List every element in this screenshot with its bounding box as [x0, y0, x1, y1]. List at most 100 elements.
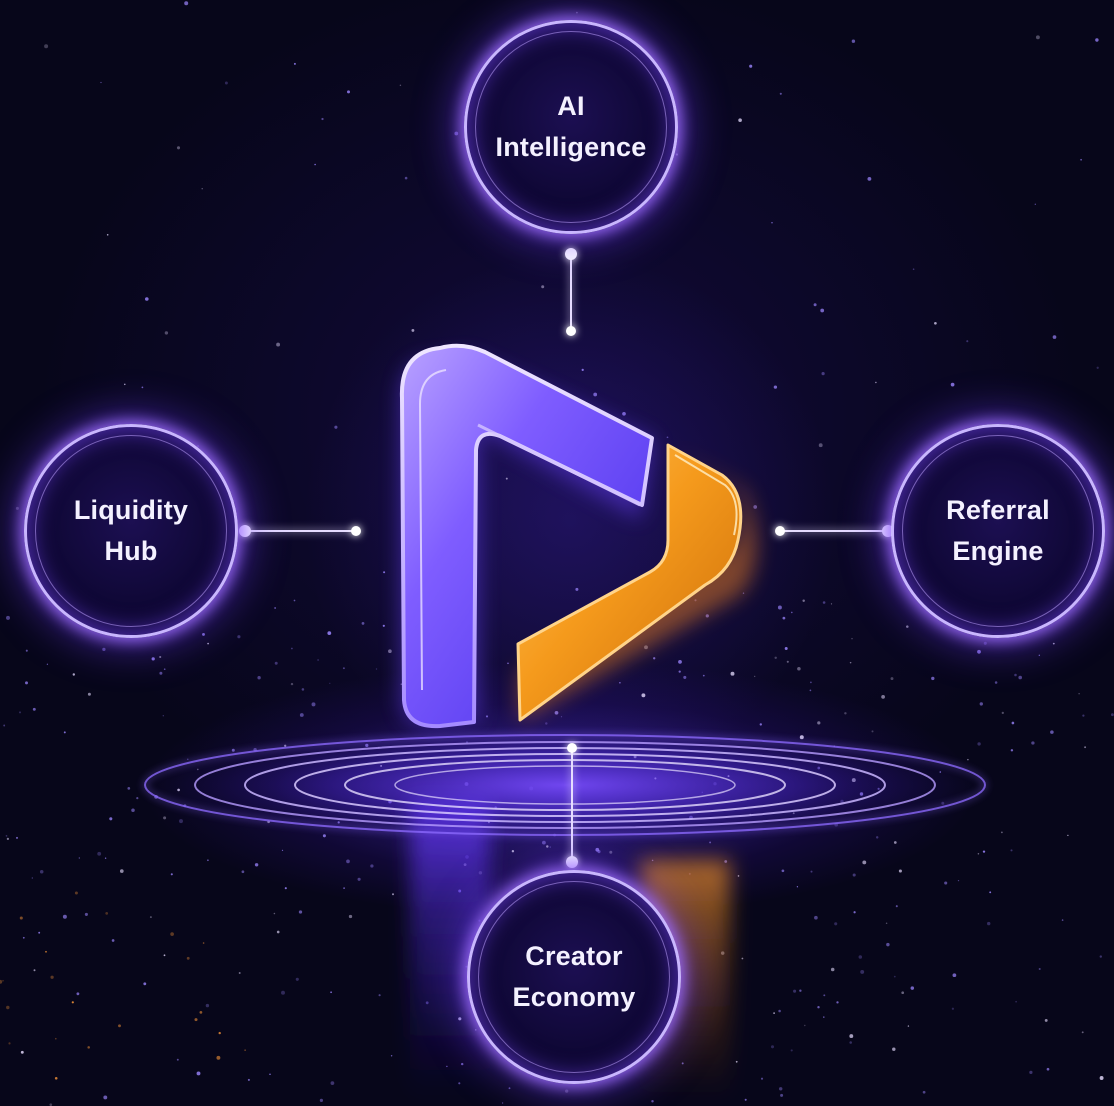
particle-dot — [6, 1005, 10, 1010]
particle-dot — [390, 1055, 393, 1057]
particle-dot — [619, 681, 621, 684]
particle-dot — [201, 188, 203, 190]
particle-dot — [274, 607, 276, 609]
particle-dot — [810, 870, 813, 873]
particle-dot — [392, 893, 394, 896]
particle-dot — [404, 176, 408, 180]
particle-dot — [790, 1049, 793, 1052]
particle-dot — [609, 850, 613, 854]
particle-dot — [299, 713, 304, 717]
node-label-line: Creator — [525, 941, 623, 971]
particle-dot — [6, 615, 10, 620]
particle-dot — [770, 1045, 775, 1049]
particle-dot — [218, 1031, 221, 1035]
particle-dot — [238, 972, 241, 974]
particle-dot — [87, 692, 91, 696]
particle-dot — [912, 268, 915, 271]
particle-dot — [922, 1090, 926, 1094]
particle-dot — [399, 84, 402, 87]
particle-dot — [830, 967, 835, 972]
particle-dot — [330, 1081, 335, 1085]
particle-dot — [5, 835, 8, 837]
particle-dot — [822, 601, 826, 604]
particle-dot — [162, 715, 164, 717]
particle-dot — [319, 1098, 323, 1102]
particle-dot — [330, 991, 332, 994]
particle-dot — [1081, 1031, 1084, 1034]
particle-dot — [32, 707, 36, 711]
particle-dot — [46, 663, 49, 665]
particle-dot — [892, 1047, 896, 1051]
node-label-line: Liquidity — [73, 495, 189, 525]
particle-dot — [276, 342, 281, 347]
particle-dot — [196, 1071, 201, 1076]
particle-dot — [159, 655, 162, 659]
particle-dot — [760, 1077, 764, 1080]
particle-dot — [163, 816, 167, 820]
particle-dot — [875, 836, 879, 839]
particle-dot — [898, 869, 902, 873]
particle-dot — [31, 877, 33, 879]
particle-dot — [127, 787, 131, 790]
node-label-line: Economy — [512, 982, 636, 1012]
diagram-canvas: AI Intelligence Liquidity Hub Referral E… — [0, 0, 1114, 1106]
particle-dot — [1011, 721, 1015, 725]
particle-dot — [343, 887, 345, 889]
particle-dot — [1052, 335, 1057, 339]
particle-dot — [507, 662, 509, 665]
particle-dot — [541, 285, 545, 289]
particle-dot — [317, 659, 319, 661]
particle-dot — [709, 841, 712, 844]
particle-dot — [141, 386, 144, 389]
particle-dot — [1078, 693, 1080, 695]
particle-dot — [966, 340, 969, 343]
node-label-line: Intelligence — [495, 132, 647, 162]
particle-dot — [849, 661, 852, 664]
particle-dot — [241, 870, 245, 874]
particle-dot — [782, 616, 786, 620]
particle-dot — [103, 1095, 108, 1100]
particle-dot — [357, 877, 361, 881]
particle-dot — [327, 631, 332, 635]
particle-dot — [145, 297, 149, 301]
particle-dot — [1095, 38, 1099, 42]
particle-dot — [293, 599, 296, 602]
particle-dot — [754, 675, 756, 678]
particle-dot — [818, 443, 823, 448]
particle-dot — [269, 1073, 271, 1076]
play-logo-icon — [399, 343, 757, 729]
particle-dot — [1031, 741, 1035, 745]
particle-dot — [1082, 714, 1085, 717]
particle-dot — [55, 1037, 57, 1040]
particle-dot — [321, 117, 324, 121]
particle-dot — [890, 677, 894, 681]
particle-dot — [1084, 746, 1087, 749]
node-ai-intelligence: AI Intelligence — [464, 20, 678, 234]
particle-dot — [853, 911, 856, 914]
particle-dot — [508, 1087, 511, 1090]
particle-dot — [50, 975, 54, 979]
particle-dot — [163, 668, 166, 671]
particle-dot — [224, 81, 228, 85]
particle-dot — [595, 847, 600, 852]
particle-dot — [1061, 919, 1064, 921]
particle-dot — [119, 869, 124, 873]
particle-dot — [273, 912, 276, 915]
particle-dot — [388, 649, 392, 654]
particle-dot — [44, 44, 49, 49]
particle-dot — [886, 942, 890, 947]
particle-dot — [199, 1011, 203, 1014]
particle-dot — [849, 1034, 854, 1039]
particle-dot — [100, 81, 102, 84]
particle-dot — [1099, 1076, 1104, 1080]
particle-dot — [1010, 849, 1013, 852]
particle-dot — [20, 1050, 24, 1054]
particle-dot — [290, 682, 294, 686]
particle-dot — [860, 969, 865, 974]
particle-dot — [862, 860, 867, 865]
particle-dot — [202, 942, 205, 944]
node-label: Liquidity Hub — [74, 490, 188, 572]
particle-dot — [370, 864, 374, 868]
particle-dot — [773, 385, 778, 389]
particle-dot — [71, 1001, 74, 1004]
